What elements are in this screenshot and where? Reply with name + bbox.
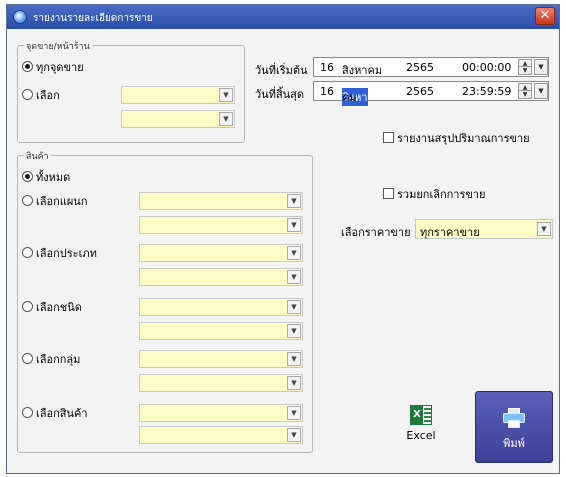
- radio-select-type[interactable]: เลือกประเภท: [22, 244, 97, 262]
- radio-select-type-label: เลือกประเภท: [36, 247, 97, 260]
- type-combo-1[interactable]: ▼: [139, 244, 303, 262]
- radio-select-branch-label: เลือก: [36, 89, 60, 102]
- radio-select-kind-dot[interactable]: [22, 301, 33, 312]
- group-combo-1[interactable]: ▼: [139, 350, 303, 368]
- print-button-label: พิมพ์: [503, 437, 525, 450]
- end-date-label: วันที่สิ้นสุด: [255, 88, 305, 101]
- dropdown-icon[interactable]: ▼: [287, 218, 301, 232]
- radio-all-products-dot[interactable]: [22, 171, 33, 182]
- end-time-spinner[interactable]: ▲ ▼: [518, 83, 532, 99]
- radio-all-products-label: ทั้งหมด: [36, 171, 71, 184]
- radio-all-products[interactable]: ทั้งหมด: [22, 168, 70, 186]
- print-button[interactable]: พิมพ์: [475, 391, 553, 463]
- printer-icon: [503, 408, 525, 428]
- price-select-combo[interactable]: ทุกราคาขาย ▼: [415, 219, 553, 239]
- summary-quantity-option[interactable]: รายงานสรุปปริมาณการขาย: [383, 129, 530, 147]
- dropdown-icon[interactable]: ▼: [219, 88, 233, 102]
- product-combo-1[interactable]: ▼: [139, 404, 303, 422]
- radio-all-branches-label: ทุกจุดขาย: [36, 61, 84, 74]
- branch-combo-2[interactable]: ▼: [121, 110, 235, 128]
- price-select-value: ทุกราคาขาย: [420, 226, 480, 239]
- title-bar: รายงานรายละเอียดการขาย ✕: [7, 5, 559, 29]
- dropdown-icon[interactable]: ▼: [287, 376, 301, 390]
- spin-down-icon[interactable]: ▼: [519, 67, 531, 74]
- start-month[interactable]: สิงหาคม: [342, 61, 382, 79]
- radio-select-kind-label: เลือกชนิด: [36, 301, 82, 314]
- dropdown-icon[interactable]: ▼: [287, 300, 301, 314]
- product-group: สินค้า ทั้งหมด เลือกแผนก ▼ ▼ เลือกประเภท…: [17, 149, 313, 453]
- branch-group-title: จุดขาย/หน้าร้าน: [24, 39, 92, 53]
- report-window: รายงานรายละเอียดการขาย ✕ จุดขาย/หน้าร้าน…: [6, 4, 560, 474]
- radio-select-kind[interactable]: เลือกชนิด: [22, 298, 82, 316]
- include-cancelled-label: รวมยกเลิกการขาย: [397, 188, 486, 201]
- product-group-title: สินค้า: [24, 149, 51, 163]
- start-time-spinner[interactable]: ▲ ▼: [518, 59, 532, 75]
- radio-all-branches-dot[interactable]: [22, 61, 33, 72]
- department-combo-1[interactable]: ▼: [139, 192, 303, 210]
- dropdown-icon[interactable]: ▼: [287, 270, 301, 284]
- radio-select-department-label: เลือกแผนก: [36, 195, 88, 208]
- radio-select-type-dot[interactable]: [22, 247, 33, 258]
- radio-select-product[interactable]: เลือกสินค้า: [22, 404, 88, 422]
- branch-group: จุดขาย/หน้าร้าน ทุกจุดขาย เลือก ▼ ▼: [17, 39, 245, 143]
- dropdown-icon[interactable]: ▼: [287, 324, 301, 338]
- radio-select-branch[interactable]: เลือก: [22, 86, 60, 104]
- start-date-label: วันที่เริ่มต้น: [255, 64, 308, 77]
- include-cancelled-checkbox[interactable]: [383, 188, 394, 199]
- excel-icon: X: [410, 405, 432, 425]
- start-year[interactable]: 2565: [406, 61, 434, 74]
- radio-select-product-dot[interactable]: [22, 407, 33, 418]
- group-combo-2[interactable]: ▼: [139, 374, 303, 392]
- dropdown-icon[interactable]: ▼: [219, 112, 233, 126]
- dropdown-icon[interactable]: ▼: [287, 428, 301, 442]
- end-time[interactable]: 23:59:59: [462, 85, 511, 98]
- end-datetime-field[interactable]: 16 สิงหา คม 2565 23:59:59 ▲ ▼ ▼: [313, 81, 549, 106]
- start-date-dropdown-icon[interactable]: ▼: [534, 59, 548, 75]
- close-button[interactable]: ✕: [535, 7, 555, 25]
- radio-all-branches[interactable]: ทุกจุดขาย: [22, 58, 84, 76]
- end-date-dropdown-icon[interactable]: ▼: [534, 83, 548, 99]
- price-select-label: เลือกราคาขาย: [341, 226, 411, 239]
- radio-select-product-label: เลือกสินค้า: [36, 407, 88, 420]
- dropdown-icon[interactable]: ▼: [287, 246, 301, 260]
- branch-combo-1[interactable]: ▼: [121, 86, 235, 104]
- radio-select-group-dot[interactable]: [22, 353, 33, 364]
- spin-up-icon[interactable]: ▲: [519, 60, 531, 67]
- radio-select-branch-dot[interactable]: [22, 89, 33, 100]
- end-day[interactable]: 16: [320, 85, 334, 98]
- dropdown-icon[interactable]: ▼: [287, 194, 301, 208]
- department-combo-2[interactable]: ▼: [139, 216, 303, 234]
- start-day[interactable]: 16: [320, 61, 334, 74]
- summary-quantity-checkbox[interactable]: [383, 132, 394, 143]
- export-excel-button[interactable]: X Excel: [391, 401, 451, 461]
- excel-button-label: Excel: [406, 429, 436, 442]
- dropdown-icon[interactable]: ▼: [287, 352, 301, 366]
- type-combo-2[interactable]: ▼: [139, 268, 303, 286]
- product-combo-2[interactable]: ▼: [139, 426, 303, 444]
- kind-combo-1[interactable]: ▼: [139, 298, 303, 316]
- dropdown-icon[interactable]: ▼: [287, 406, 301, 420]
- end-month-rest[interactable]: คม: [342, 88, 357, 106]
- include-cancelled-option[interactable]: รวมยกเลิกการขาย: [383, 185, 486, 203]
- summary-quantity-label: รายงานสรุปปริมาณการขาย: [397, 132, 530, 145]
- window-title: รายงานรายละเอียดการขาย: [33, 13, 153, 24]
- radio-select-group-label: เลือกกลุ่ม: [36, 353, 81, 366]
- radio-select-group[interactable]: เลือกกลุ่ม: [22, 350, 80, 368]
- start-datetime-field[interactable]: 16 สิงหาคม 2565 00:00:00 ▲ ▼ ▼: [313, 57, 549, 77]
- spin-down-icon[interactable]: ▼: [519, 91, 531, 98]
- dropdown-icon[interactable]: ▼: [537, 222, 551, 236]
- start-time[interactable]: 00:00:00: [462, 61, 511, 74]
- radio-select-department[interactable]: เลือกแผนก: [22, 192, 87, 210]
- spin-up-icon[interactable]: ▲: [519, 84, 531, 91]
- end-year[interactable]: 2565: [406, 85, 434, 98]
- radio-select-department-dot[interactable]: [22, 195, 33, 206]
- kind-combo-2[interactable]: ▼: [139, 322, 303, 340]
- app-icon: [13, 10, 27, 24]
